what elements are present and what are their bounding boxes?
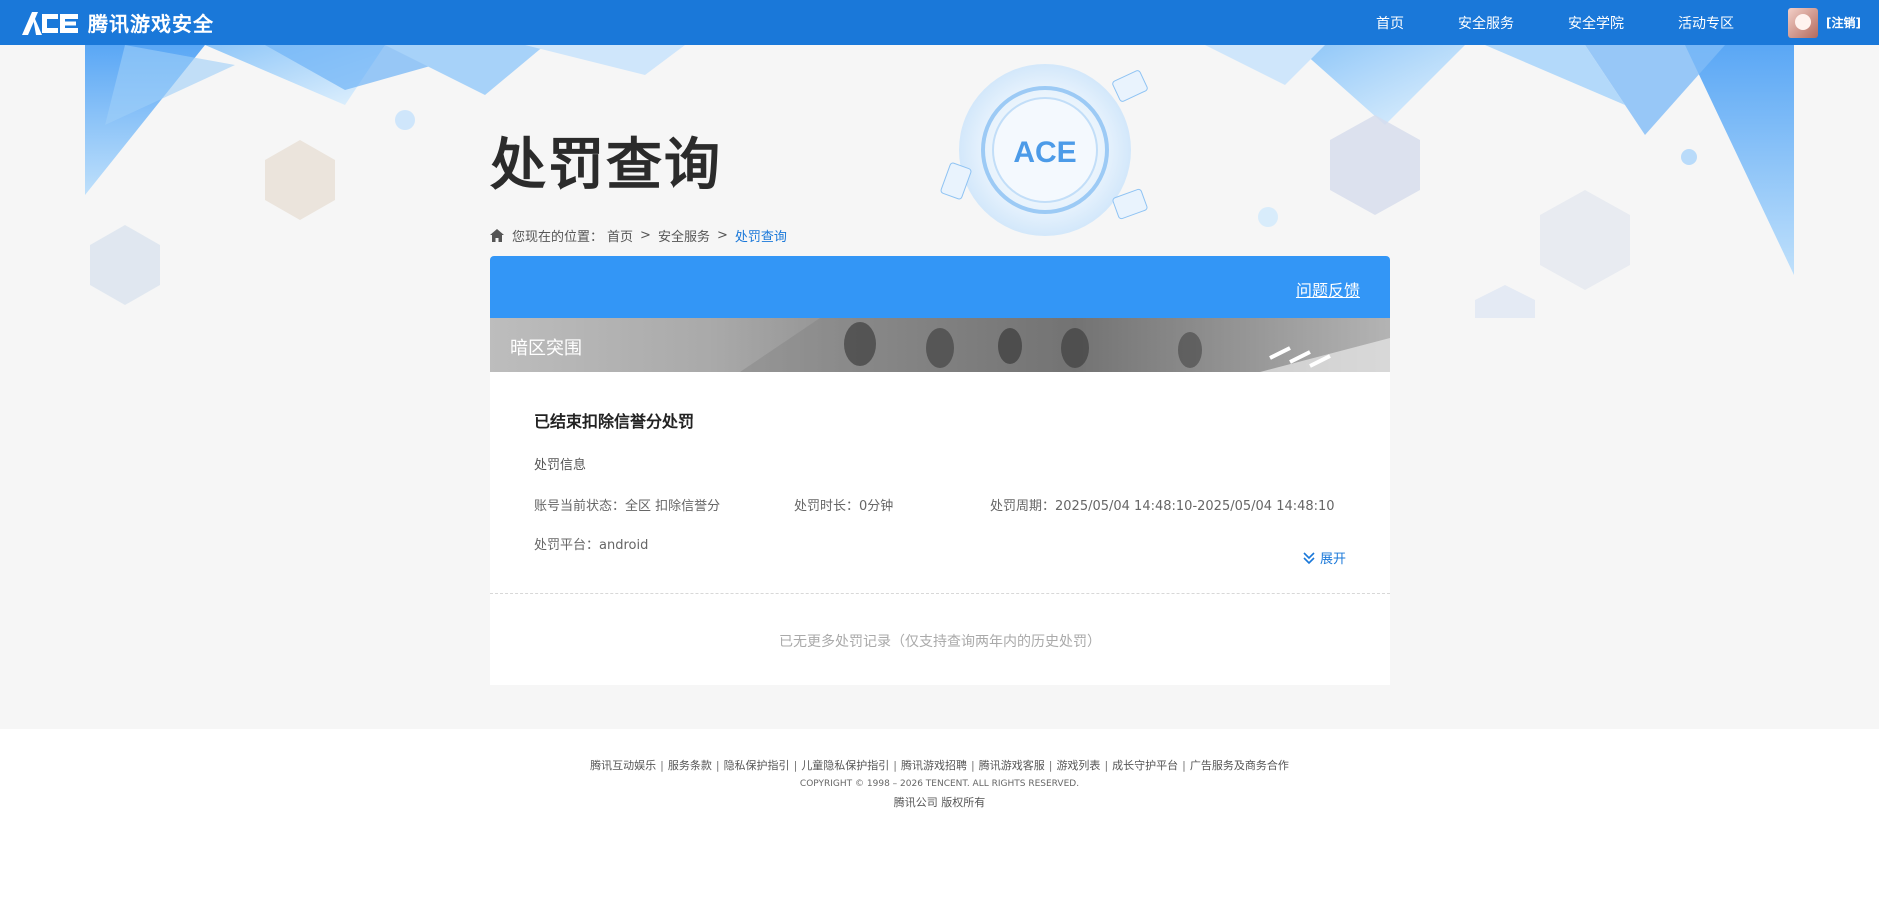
nav-home[interactable]: 首页	[1376, 13, 1404, 33]
penalty-period: 处罚周期：2025/05/04 14:48:10-2025/05/04 14:4…	[990, 499, 1335, 514]
feedback-link[interactable]: 问题反馈	[1296, 277, 1360, 301]
copyright: COPYRIGHT © 1998 – 2026 TENCENT. ALL RIG…	[799, 779, 1080, 789]
breadcrumb-prefix: 您现在的位置：	[512, 230, 604, 245]
footer-link[interactable]: 腾讯游戏招聘	[901, 759, 967, 772]
penalty-platform: 处罚平台：android	[534, 538, 649, 553]
top-navbar: 腾讯游戏安全 首页 安全服务 安全学院 活动专区 [注销]	[0, 0, 1879, 45]
footer-link[interactable]: 隐私保护指引	[724, 759, 790, 772]
footer-divider: |	[715, 759, 720, 772]
nav-events[interactable]: 活动专区	[1678, 13, 1734, 33]
footer-divider: |	[793, 759, 798, 772]
footer-link[interactable]: 成长守护平台	[1112, 759, 1178, 772]
game-banner: 暗区突围	[490, 318, 1390, 372]
home-icon	[490, 229, 504, 242]
footer-link[interactable]: 儿童隐私保护指引	[801, 759, 889, 772]
record-section-label: 处罚信息	[534, 458, 587, 473]
game-banner-art	[740, 318, 1390, 372]
footer-divider: |	[660, 759, 664, 772]
footer-links: 腾讯互动娱乐 | 服务条款 | 隐私保护指引 | 儿童隐私保护指引 | 腾讯游戏招聘 | 腾讯游戏客…	[0, 757, 1879, 773]
footer-link[interactable]: 服务条款	[668, 759, 712, 772]
logo-text: 腾讯游戏安全	[88, 12, 214, 36]
breadcrumb-current: 处罚查询	[734, 230, 787, 245]
penalty-duration: 处罚时长：0分钟	[794, 499, 894, 514]
penalty-record: 已结束扣除信誉分处罚 处罚信息 账号当前状态：全区 扣除信誉分 处罚时长：0分钟…	[490, 372, 1390, 594]
avatar[interactable]	[1788, 7, 1819, 38]
site-logo[interactable]: 腾讯游戏安全	[20, 8, 214, 37]
footer-divider: |	[1182, 759, 1186, 772]
footer-link[interactable]: 腾讯互动娱乐	[590, 759, 656, 772]
breadcrumb-security-service[interactable]: 安全服务	[658, 226, 710, 245]
expand-button[interactable]: 展开	[1302, 548, 1346, 567]
page-title: 处罚查询	[490, 133, 722, 198]
breadcrumb-separator: >	[640, 228, 651, 243]
breadcrumb-home[interactable]: 首页	[607, 226, 633, 245]
nav-security-service[interactable]: 安全服务	[1458, 13, 1514, 33]
svg-text:ACE: ACE	[1013, 136, 1076, 169]
double-chevron-down-icon	[1303, 551, 1315, 564]
copyright-owner: 腾讯公司 版权所有	[893, 796, 986, 809]
footer-divider: |	[971, 759, 975, 772]
user-area: [注销]	[1788, 7, 1861, 38]
account-status: 账号当前状态：全区 扣除信誉分	[534, 499, 721, 514]
footer-divider: |	[1104, 759, 1109, 772]
penalty-card: 问题反馈 暗区突围 已结束扣除信誉分处罚 处罚信息 账号当前状态：全区 扣除信誉…	[490, 256, 1390, 685]
record-info-row: 账号当前状态：全区 扣除信誉分 处罚时长：0分钟 处罚周期：2025/05/04…	[534, 495, 1346, 514]
main-nav: 首页 安全服务 安全学院 活动专区 [注销]	[1376, 0, 1879, 45]
game-name: 暗区突围	[510, 338, 582, 359]
no-more-records: 已无更多处罚记录（仅支持查询两年内的历史处罚）	[779, 634, 1101, 650]
ace-logo-icon	[22, 11, 78, 35]
card-header: 问题反馈	[490, 256, 1390, 318]
breadcrumb: 您现在的位置： 首页 > 安全服务 > 处罚查询	[490, 226, 787, 245]
footer-divider: |	[1048, 759, 1053, 772]
footer-link[interactable]: 广告服务及商务合作	[1190, 759, 1289, 772]
breadcrumb-separator: >	[716, 228, 728, 243]
footer: 腾讯互动娱乐 | 服务条款 | 隐私保护指引 | 儿童隐私保护指引 | 腾讯游戏招聘 | 腾讯游戏客…	[0, 729, 1879, 911]
footer-divider: |	[893, 759, 897, 772]
record-title: 已结束扣除信誉分处罚	[534, 412, 695, 431]
logout-link[interactable]: [注销]	[1826, 14, 1861, 31]
nav-security-academy[interactable]: 安全学院	[1568, 13, 1624, 33]
footer-link[interactable]: 游戏列表	[1056, 759, 1100, 772]
expand-label: 展开	[1319, 552, 1346, 567]
footer-link[interactable]: 腾讯游戏客服	[979, 759, 1045, 772]
